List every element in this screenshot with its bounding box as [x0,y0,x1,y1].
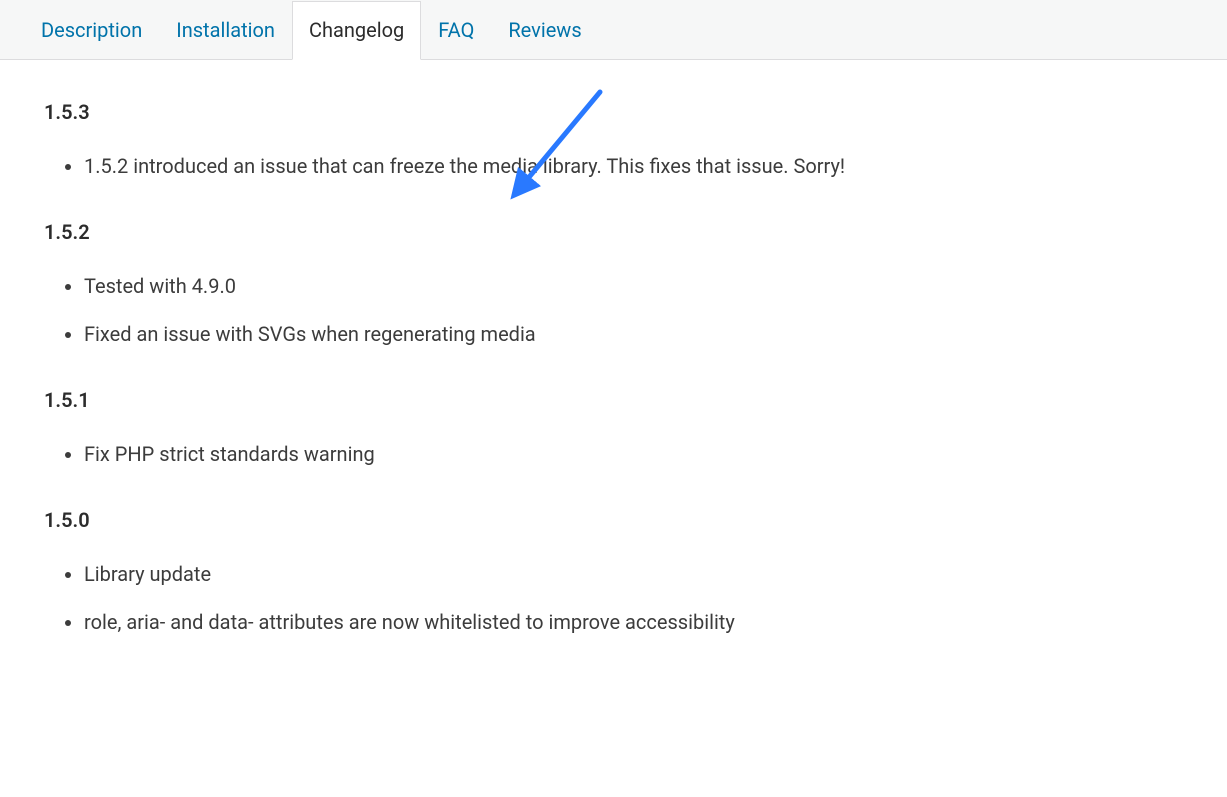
changelog-item: 1.5.2 introduced an issue that can freez… [84,152,1183,180]
changelog-version-block: 1.5.0 Library update role, aria- and dat… [44,508,1183,636]
version-heading: 1.5.3 [44,100,1183,124]
changelog-version-block: 1.5.2 Tested with 4.9.0 Fixed an issue w… [44,220,1183,348]
version-heading: 1.5.0 [44,508,1183,532]
tab-installation[interactable]: Installation [159,1,292,60]
changelog-item: Fixed an issue with SVGs when regenerati… [84,320,1183,348]
tab-changelog[interactable]: Changelog [292,1,421,60]
tab-description[interactable]: Description [24,1,159,60]
changelog-content: 1.5.3 1.5.2 introduced an issue that can… [0,60,1227,636]
tabs-bar: Description Installation Changelog FAQ R… [0,0,1227,60]
changelog-version-block: 1.5.1 Fix PHP strict standards warning [44,388,1183,468]
version-heading: 1.5.2 [44,220,1183,244]
changelog-item: Fix PHP strict standards warning [84,440,1183,468]
version-heading: 1.5.1 [44,388,1183,412]
changelog-item: Tested with 4.9.0 [84,272,1183,300]
changelog-item: role, aria- and data- attributes are now… [84,608,1183,636]
tab-faq[interactable]: FAQ [421,1,491,60]
changelog-version-block: 1.5.3 1.5.2 introduced an issue that can… [44,100,1183,180]
changelog-item: Library update [84,560,1183,588]
tab-reviews[interactable]: Reviews [491,1,598,60]
